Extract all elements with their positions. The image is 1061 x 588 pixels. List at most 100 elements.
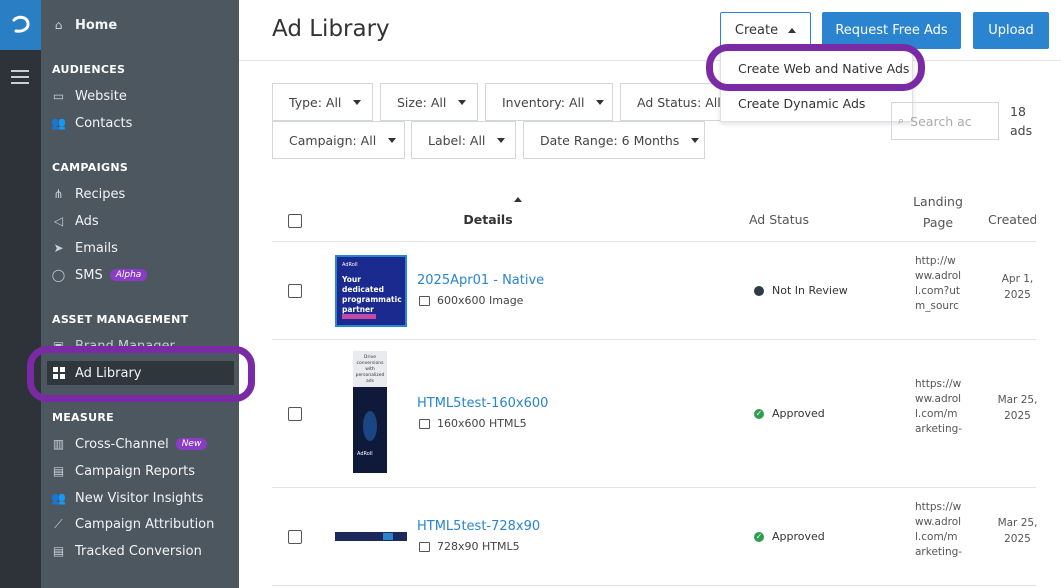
status-badge: ✓ Approved [754,530,825,543]
column-header-details[interactable]: Details [440,212,536,227]
sidebar-item-new-visitor-insights[interactable]: 👥 New Visitor Insights [51,487,203,509]
filter-size[interactable]: Size: All [380,83,478,121]
column-header-created[interactable]: Created [988,212,1036,227]
filter-label: Campaign: All [289,132,377,148]
sidebar-item-recipes[interactable]: ⋔ Recipes [52,183,125,205]
ad-meta: 600x600 Image [419,294,523,307]
sidebar-item-home[interactable]: ⌂ Home [52,14,118,36]
ad-name-link[interactable]: 2025Apr01 - Native [417,273,544,288]
new-badge: New [175,438,208,450]
filter-inventory[interactable]: Inventory: All [485,83,613,121]
sidebar-item-contacts[interactable]: 👥 Contacts [51,112,133,134]
sidebar-item-website[interactable]: ▭ Website [52,85,127,107]
row-checkbox[interactable] [288,407,302,421]
bar-chart-icon: ▥ [52,437,65,451]
ad-thumbnail[interactable] [335,532,407,541]
sidebar-item-label: Website [75,88,127,104]
search-placeholder: Search ac [910,113,972,129]
filter-campaign[interactable]: Campaign: All [272,121,405,159]
create-button-label: Create [734,23,779,38]
filter-date-range[interactable]: Date Range: 6 Months [523,121,705,159]
hamburger-menu-icon[interactable] [11,70,29,84]
send-icon: ➤ [53,241,64,255]
landing-page-url[interactable]: https://www.adroll.com/marketing- [915,377,963,437]
menu-item-create-dynamic-ads[interactable]: Create Dynamic Ads [738,96,865,111]
chat-icon: ◯ [51,268,66,282]
sidebar-item-label: Cross-Channel [75,436,169,452]
browser-icon: ▭ [52,89,65,103]
sidebar-item-label: Campaign Reports [75,463,196,479]
created-date: Mar 25, 2025 [997,517,1038,545]
line-chart-icon: ⟋ [54,516,63,531]
row-divider [272,585,1036,586]
sidebar-item-label: SMS [75,267,103,283]
sidebar-item-emails[interactable]: ➤ Emails [52,237,118,259]
sidebar-item-tracked-conversion[interactable]: ▤ Tracked Conversion [52,540,202,562]
people-icon: 👥 [51,116,66,130]
filter-label: Inventory: All [502,94,585,110]
row-checkbox[interactable] [288,284,302,298]
ad-name-link[interactable]: HTML5test-160x600 [417,396,548,411]
html5-icon [419,541,430,552]
thumbnail-logo: AdRoll [342,262,358,268]
status-text: Not In Review [772,284,848,297]
sidebar-item-label: Campaign Attribution [75,516,215,532]
thumbnail-graphic [363,411,377,441]
app-rail [0,0,41,588]
column-header-landing-page[interactable]: Landing Page [908,191,968,233]
sidebar-item-label: Contacts [75,115,133,131]
created-date: Apr 1, 2025 [1001,273,1034,301]
sidebar-item-campaign-reports[interactable]: ▤ Campaign Reports [52,460,195,482]
ad-count: 18 ads [1010,104,1033,138]
thumbnail-text: Drive conversions with personalized ads [355,355,385,384]
thumbnail-graphic [383,533,393,540]
section-audiences: AUDIENCES [52,63,126,76]
sort-asc-icon[interactable] [514,197,522,202]
filter-label: Label: All [428,132,486,148]
sidebar-item-sms[interactable]: ◯ SMS Alpha [51,264,148,286]
sidebar-item-label: Emails [75,240,118,256]
filter-label: Ad Status: All [637,94,721,110]
landing-page-url[interactable]: http://www.adroll.com?utm_sourc [915,254,963,314]
filter-label-filter[interactable]: Label: All [411,121,516,159]
check-circle-icon: ✓ [754,531,764,542]
caret-up-icon [788,28,797,33]
thumbnail-text: Your dedicated programmatic partner [342,275,402,314]
sidebar-item-label: Home [75,17,118,33]
sidebar-item-ads[interactable]: ◁ Ads [52,210,99,232]
status-badge: ✓ Approved [754,407,825,420]
ad-meta-text: 160x600 HTML5 [437,417,527,430]
ad-meta: 728x90 HTML5 [419,540,520,553]
highlight-ring-create-web-native [706,44,925,91]
ad-thumbnail[interactable]: Drive conversions with personalized ads … [353,351,387,473]
ad-meta: 160x600 HTML5 [419,417,527,430]
caret-down-icon [497,137,506,143]
upload-button[interactable]: Upload [973,12,1049,49]
landing-page-url[interactable]: https://www.adroll.com/marketing- [915,500,963,560]
search-input[interactable]: ⌕ Search ac [891,102,999,140]
visitors-icon: 👥 [51,491,66,505]
caret-down-icon [353,99,362,105]
section-asset-management: ASSET MANAGEMENT [52,313,189,326]
check-circle-icon: ✓ [754,408,764,419]
status-text: Approved [772,530,825,543]
header-divider [239,60,1061,61]
logo-icon [12,15,30,33]
sidebar-item-label: Recipes [75,186,126,202]
filter-type[interactable]: Type: All [272,83,373,121]
highlight-ring-ad-library [27,346,255,402]
section-measure: MEASURE [52,411,114,424]
ad-name-link[interactable]: HTML5test-728x90 [417,519,540,534]
status-dot-icon [754,285,764,296]
select-all-checkbox[interactable] [288,214,302,228]
adroll-logo[interactable] [0,0,41,50]
home-icon: ⌂ [54,18,63,32]
caret-down-icon [388,137,397,143]
sidebar-item-cross-channel[interactable]: ▥ Cross-Channel New [52,433,208,455]
filter-label: Date Range: 6 Months [540,132,680,148]
row-checkbox[interactable] [288,530,302,544]
sidebar-item-campaign-attribution[interactable]: ⟋ Campaign Attribution [52,513,214,535]
ad-thumbnail[interactable]: AdRoll Your dedicated programmatic partn… [335,255,407,327]
section-campaigns: CAMPAIGNS [52,161,129,174]
column-header-ad-status[interactable]: Ad Status [740,212,818,227]
